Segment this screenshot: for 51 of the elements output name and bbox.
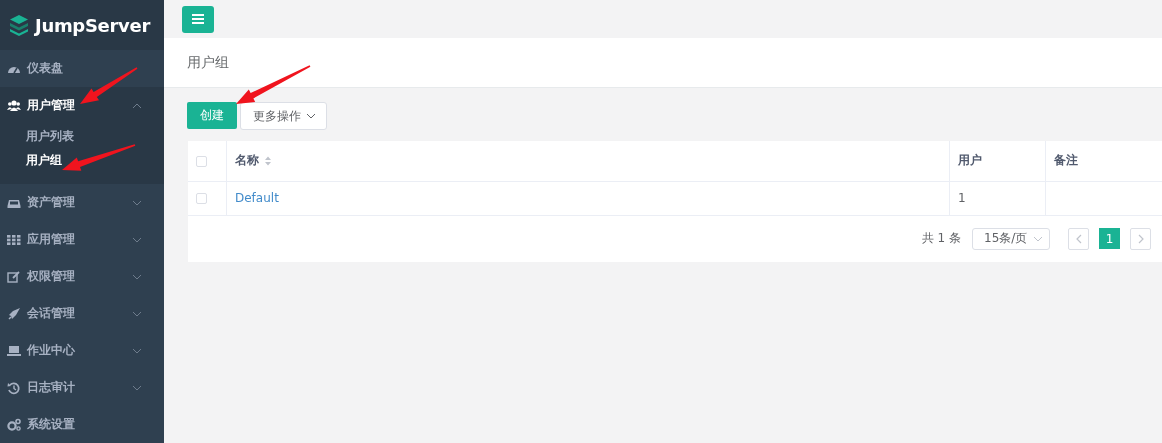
gears-icon [7,417,21,432]
more-actions-button[interactable]: 更多操作 [240,102,327,130]
grid-icon [7,232,21,247]
caret-icon [1033,234,1043,243]
logo-icon [9,14,29,36]
sort-icon [264,155,272,166]
checkbox[interactable] [196,155,207,167]
annotation-arrow [80,67,138,104]
chevron-down-icon [132,272,142,281]
menu-item[interactable]: 系统设置 [0,406,164,443]
page-number[interactable]: 1 [1099,228,1120,249]
caret-icon [306,112,316,120]
menu-item[interactable]: 仪表盘 [0,50,164,87]
chevron-down-icon [132,198,142,207]
users-icon [7,98,21,113]
edit-icon [7,269,21,284]
chevron-down-icon [132,346,142,355]
column-header: 名称 [235,153,259,168]
page-title: 用户组 [187,53,229,72]
column-header: 用户 [958,153,982,168]
menu-item[interactable]: 应用管理 [0,221,164,258]
chevron-up-icon [132,101,142,110]
history-icon [7,380,21,395]
chevron-left-icon [1075,233,1082,244]
rocket-icon [7,306,21,321]
previous-page-button[interactable] [1068,227,1089,250]
submenu-item[interactable]: 用户列表 [0,124,164,148]
create-button[interactable]: 创建 [187,102,237,129]
chevron-down-icon [132,383,142,392]
menu-item[interactable]: 权限管理 [0,258,164,295]
checkbox[interactable] [196,193,207,204]
menu-item[interactable]: 用户管理 [0,87,164,124]
group-name-link[interactable]: Default [235,191,279,205]
laptop-icon [7,343,21,358]
submenu-item[interactable]: 用户组 [0,148,164,172]
chevron-down-icon [132,309,142,318]
chevron-right-icon [1137,233,1144,244]
menu-item[interactable]: 作业中心 [0,332,164,369]
chevron-down-icon [132,235,142,244]
menu-icon [192,14,204,24]
logo-text: JumpServer [35,14,151,36]
menu-item[interactable]: 日志审计 [0,369,164,406]
menu-button[interactable] [182,5,214,33]
menu-item[interactable]: 资产管理 [0,184,164,221]
column-header-cell[interactable]: 名称 [226,141,950,181]
table-cell: 1 [958,191,966,205]
next-page-button[interactable] [1130,227,1151,250]
total-count: 共 1 条 [921,230,961,247]
menu-item[interactable]: 会话管理 [0,295,164,332]
column-header: 备注 [1054,153,1078,168]
page-size-select[interactable]: 15条/页 [972,227,1050,250]
